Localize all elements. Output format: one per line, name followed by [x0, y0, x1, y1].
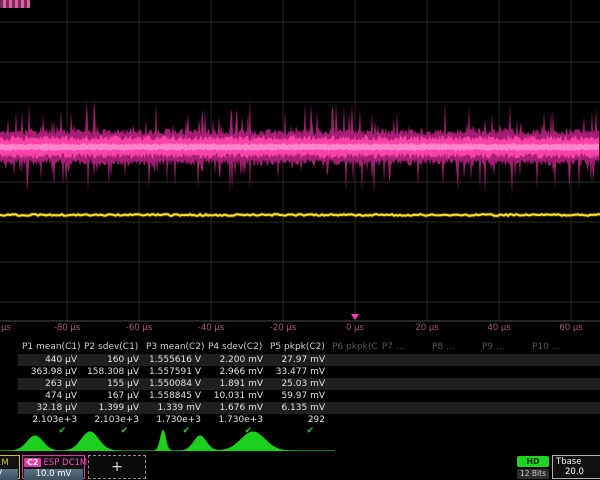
hd-bits-label: 12 Bits	[517, 469, 549, 479]
waveform-grid-area: -100 µs -80 µs -60 µs -40 µs -20 µs 0 µs 20 µs…	[0, 0, 600, 334]
stat-row-mean: 363.98 µV158.308 µV1.557591 V2.966 mV33.…	[18, 366, 600, 378]
c2-label-chip: C2	[24, 458, 41, 467]
c1-coupling-label: DC1M	[0, 458, 9, 468]
add-trace-button[interactable]: +	[88, 455, 146, 479]
channel-c2-descriptor[interactable]: C2 ESP DC1M 10.0 mV	[22, 455, 85, 479]
stat-sdev-p4: 1.676 mV	[204, 402, 266, 414]
stat-min-p3: 1.550084 V	[142, 378, 204, 390]
param-header-p7[interactable]: P7 ...	[378, 341, 428, 354]
stat-min-p1: 263 µV	[18, 378, 80, 390]
time-axis-label: -80 µs	[54, 323, 80, 333]
stat-num-p1: 2.103e+3	[18, 414, 80, 426]
stat-max-p4: 10.031 mV	[204, 390, 266, 402]
stat-value-p5: 27.97 mV	[266, 354, 328, 366]
time-axis-label: -40 µs	[198, 323, 224, 333]
time-axis-label: 40 µs	[487, 323, 510, 333]
stat-max-p2: 167 µV	[80, 390, 142, 402]
c2-coupling-label: ESP DC1M	[43, 458, 87, 468]
stat-num-p4: 1.730e+3	[204, 414, 266, 426]
stat-mean-p3: 1.557591 V	[142, 366, 204, 378]
stat-value-p4: 2.200 mV	[204, 354, 266, 366]
channel-c1-descriptor[interactable]: C1 DC1M 0 mV	[0, 455, 20, 479]
time-axis-label: 20 µs	[415, 323, 438, 333]
waveform-traces	[0, 0, 600, 334]
stat-max-p5: 59.97 mV	[266, 390, 328, 402]
table-header-row: P1 mean(C1)P2 sdev(C1)P3 mean(C2)P4 sdev…	[18, 341, 600, 354]
param-header-p9[interactable]: P9 ...	[478, 341, 528, 354]
param-header-p5[interactable]: P5 pkpk(C2)	[266, 341, 328, 354]
param-header-p10[interactable]: P10 ...	[528, 341, 578, 354]
stat-value-p2: 160 µV	[80, 354, 142, 366]
stat-min-p5: 25.03 mV	[266, 378, 328, 390]
stat-row-min: 263 µV155 µV1.550084 V1.891 mV25.03 mV	[18, 378, 600, 390]
stat-row-sdev: 32.18 µV1.399 µV1.339 mV1.676 mV6.135 mV	[18, 402, 600, 414]
stat-num-p5: 292	[266, 414, 328, 426]
stat-min-p2: 155 µV	[80, 378, 142, 390]
param-header-p8[interactable]: P8 ...	[428, 341, 478, 354]
trigger-time-marker-icon[interactable]	[351, 314, 359, 320]
timebase-title: Tbase	[553, 456, 600, 467]
stat-num-p2: 2.103e+3	[80, 414, 142, 426]
trace-annotation-chip[interactable]	[0, 0, 30, 8]
oscilloscope-screen: -100 µs -80 µs -60 µs -40 µs -20 µs 0 µs 20 µs…	[0, 0, 600, 480]
stat-sdev-p1: 32.18 µV	[18, 402, 80, 414]
param-header-p3[interactable]: P3 mean(C2)	[142, 341, 204, 354]
stat-mean-p5: 33.477 mV	[266, 366, 328, 378]
stat-row-value: 440 µV160 µV1.555616 V2.200 mV27.97 mV	[18, 354, 600, 366]
measurement-table: P1 mean(C1)P2 sdev(C1)P3 mean(C2)P4 sdev…	[18, 341, 600, 436]
time-axis-label: -20 µs	[270, 323, 296, 333]
param-header-p1[interactable]: P1 mean(C1)	[18, 341, 80, 354]
stat-mean-p1: 363.98 µV	[18, 366, 80, 378]
stat-mean-p4: 2.966 mV	[204, 366, 266, 378]
stat-row-num: 2.103e+32.103e+31.730e+31.730e+3292	[18, 414, 600, 426]
param-header-p4[interactable]: P4 sdev(C2)	[204, 341, 266, 354]
timebase-descriptor[interactable]: Tbase 20.0	[552, 455, 600, 479]
stat-sdev-p3: 1.339 mV	[142, 402, 204, 414]
param-header-p6[interactable]: P6 pkpk(C3)	[328, 341, 378, 354]
stat-num-p3: 1.730e+3	[142, 414, 204, 426]
c2-scale-value: 10.0 mV	[24, 469, 83, 480]
stat-min-p4: 1.891 mV	[204, 378, 266, 390]
c1-scale-value: 0 mV	[0, 469, 18, 480]
time-axis-label: 60 µs	[559, 323, 582, 333]
time-axis-label: 0 µs	[346, 323, 364, 333]
stat-value-p1: 440 µV	[18, 354, 80, 366]
stat-mean-p2: 158.308 µV	[80, 366, 142, 378]
stat-row-max: 474 µV167 µV1.558845 V10.031 mV59.97 mV	[18, 390, 600, 402]
time-axis-label: -100 µs	[0, 323, 11, 333]
param-header-p2[interactable]: P2 sdev(C1)	[80, 341, 142, 354]
timebase-value: 20.0	[553, 467, 600, 478]
hd-mode-badge[interactable]: HD	[517, 456, 549, 467]
histicon-strip	[0, 430, 600, 456]
stat-sdev-p2: 1.399 µV	[80, 402, 142, 414]
stat-value-p3: 1.555616 V	[142, 354, 204, 366]
stat-sdev-p5: 6.135 mV	[266, 402, 328, 414]
stat-max-p1: 474 µV	[18, 390, 80, 402]
time-axis-label: -60 µs	[126, 323, 152, 333]
stat-max-p3: 1.558845 V	[142, 390, 204, 402]
